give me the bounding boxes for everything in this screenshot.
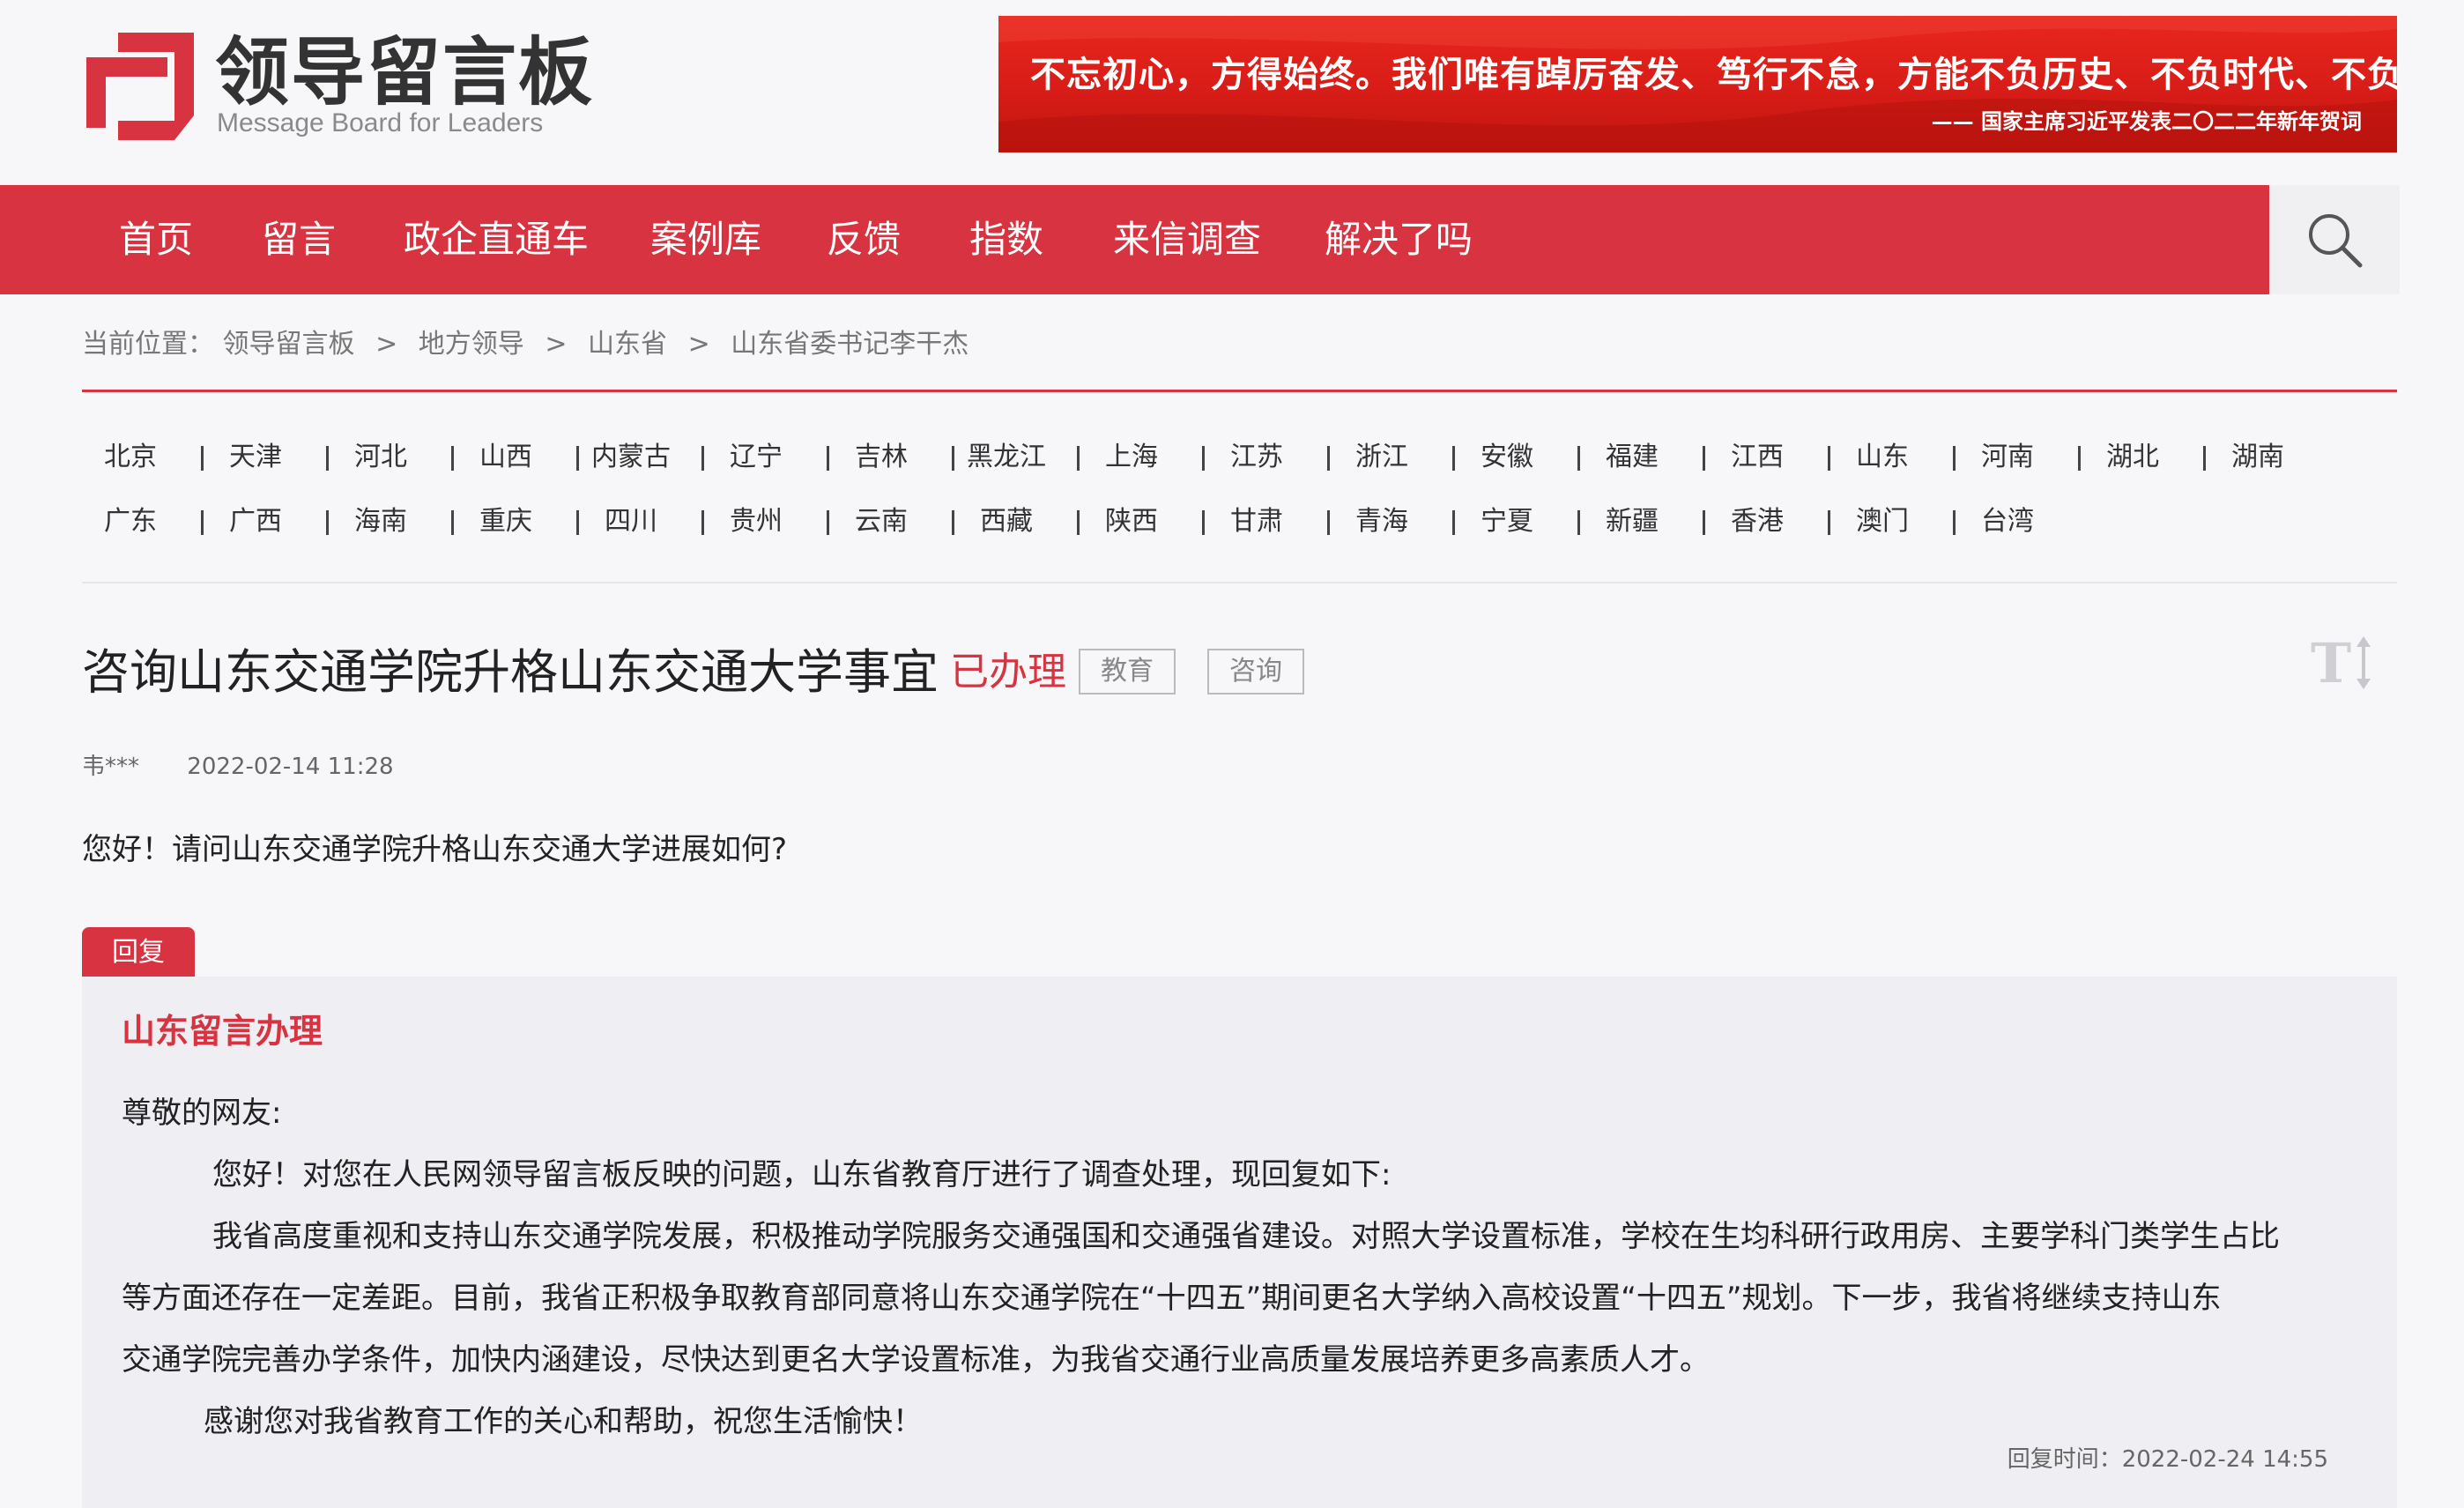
province-link[interactable]: 贵州 (694, 500, 819, 544)
main-nav: 首页 留言 政企直通车 案例库 反馈 指数 来信调查 解决了吗 (0, 185, 2464, 294)
nav-message[interactable]: 留言 (262, 185, 336, 294)
nav-case-library[interactable]: 案例库 (650, 185, 761, 294)
province-link[interactable]: 云南 (819, 500, 944, 544)
nav-index[interactable]: 指数 (969, 185, 1043, 294)
message-meta: 韦*** 2022-02-14 11:28 (82, 749, 394, 784)
province-link[interactable]: 安徽 (1444, 435, 1570, 479)
nav-home[interactable]: 首页 (119, 185, 193, 294)
quote-banner: 不忘初心，方得始终。我们唯有踔厉奋发、笃行不怠，方能不负历史、不负时代、不负人民… (998, 16, 2397, 152)
breadcrumb-item-shandong[interactable]: 山东省 (588, 329, 667, 360)
svg-text:T: T (2311, 633, 2351, 695)
tag-inquiry[interactable]: 咨询 (1207, 649, 1304, 695)
banner-attribution: —— 国家主席习近平发表二〇二二年新年贺词 (1931, 108, 2362, 134)
province-divider (82, 582, 2397, 583)
reply-time-label: 回复时间： (2007, 1446, 2122, 1473)
status-badge: 已办理 (950, 650, 1066, 695)
logo-mark-icon (86, 33, 194, 140)
reply-from: 山东留言办理 (122, 1012, 323, 1051)
search-icon (2309, 214, 2363, 268)
province-link[interactable]: 广东 (68, 500, 193, 544)
breadcrumb-separator: > (545, 329, 568, 360)
breadcrumb-prefix: 当前位置： (82, 329, 214, 360)
breadcrumb: 当前位置： 领导留言板 > 地方领导 > 山东省 > 山东省委书记李干杰 (82, 323, 969, 366)
province-link[interactable]: 浙江 (1319, 435, 1444, 479)
logo-subtitle: Message Board for Leaders (217, 108, 544, 137)
province-link[interactable]: 上海 (1069, 435, 1194, 479)
province-link[interactable]: 江苏 (1194, 435, 1319, 479)
province-link[interactable]: 陕西 (1069, 500, 1194, 544)
message-body: 您好！请问山东交通学院升格山东交通大学进展如何? (82, 832, 788, 867)
breadcrumb-separator: > (687, 329, 710, 360)
province-link[interactable]: 天津 (193, 435, 318, 479)
tag-education[interactable]: 教育 (1079, 649, 1176, 695)
breadcrumb-item-leader[interactable]: 山东省委书记李干杰 (731, 329, 969, 360)
province-link[interactable]: 香港 (1695, 500, 1820, 544)
nav-resolved[interactable]: 解决了吗 (1325, 185, 1473, 294)
site-header: 领导留言板 Message Board for Leaders 不忘初心，方得始… (0, 0, 2464, 185)
province-link[interactable]: 河北 (318, 435, 443, 479)
reply-paragraph-2-line-3: 交通学院完善办学条件，加快内涵建设，尽快达到更名大学设置标准，为我省交通行业高质… (122, 1342, 1710, 1378)
banner-quote: 不忘初心，方得始终。我们唯有踔厉奋发、笃行不怠，方能不负历史、不负时代、不负人民… (1030, 54, 2397, 95)
province-link[interactable]: 台湾 (1945, 500, 2070, 544)
province-link[interactable]: 海南 (318, 500, 443, 544)
province-link[interactable]: 山东 (1820, 435, 1945, 479)
province-link[interactable]: 吉林 (819, 435, 944, 479)
province-link[interactable]: 山西 (443, 435, 568, 479)
province-link[interactable]: 青海 (1319, 500, 1444, 544)
province-link[interactable]: 湖南 (2195, 435, 2320, 479)
province-link[interactable]: 澳门 (1820, 500, 1945, 544)
nav-survey[interactable]: 来信调查 (1113, 185, 1261, 294)
breadcrumb-divider (82, 390, 2397, 392)
message-author: 韦*** (82, 754, 140, 780)
reply-panel: 山东留言办理 尊敬的网友: 您好！对您在人民网领导留言板反映的问题，山东省教育厅… (82, 977, 2397, 1508)
province-link[interactable]: 宁夏 (1444, 500, 1570, 544)
search-button[interactable] (2269, 185, 2400, 294)
province-link[interactable]: 黑龙江 (944, 435, 1069, 479)
reply-paragraph-3: 感谢您对我省教育工作的关心和帮助，祝您生活愉快！ (204, 1404, 923, 1439)
province-link[interactable]: 辽宁 (694, 435, 819, 479)
nav-spacer (2400, 185, 2464, 294)
province-link[interactable]: 广西 (193, 500, 318, 544)
logo-title: 领导留言板 (215, 29, 595, 115)
reply-paragraph-1: 您好！对您在人民网领导留言板反映的问题，山东省教育厅进行了调查处理，现回复如下: (212, 1157, 1392, 1192)
province-link[interactable]: 甘肃 (1194, 500, 1319, 544)
reply-paragraph-2-line-2: 等方面还存在一定差距。目前，我省正积极争取教育部同意将山东交通学院在“十四五”期… (122, 1281, 2222, 1316)
province-link[interactable]: 重庆 (443, 500, 568, 544)
province-link[interactable]: 江西 (1695, 435, 1820, 479)
reply-greeting: 尊敬的网友: (122, 1096, 282, 1131)
nav-gov-enterprise[interactable]: 政企直通车 (404, 185, 589, 294)
site-logo[interactable]: 领导留言板 Message Board for Leaders (86, 28, 597, 143)
province-link[interactable]: 湖北 (2070, 435, 2195, 479)
province-link[interactable]: 西藏 (944, 500, 1069, 544)
reply-time-value: 2022-02-24 14:55 (2121, 1446, 2328, 1473)
reply-tab: 回复 (82, 927, 195, 978)
breadcrumb-separator: > (375, 329, 398, 360)
province-link[interactable]: 北京 (68, 435, 193, 479)
message-title: 咨询山东交通学院升格山东交通大学事宜 (82, 644, 939, 700)
province-link[interactable]: 四川 (568, 500, 694, 544)
reply-paragraph-2-line-1: 我省高度重视和支持山东交通学院发展，积极推动学院服务交通强国和交通强省建设。对照… (212, 1219, 2280, 1254)
message-date: 2022-02-14 11:28 (187, 754, 394, 780)
province-link[interactable]: 新疆 (1570, 500, 1695, 544)
breadcrumb-item-local-leaders[interactable]: 地方领导 (419, 329, 524, 360)
province-link[interactable]: 河南 (1945, 435, 2070, 479)
province-link[interactable]: 内蒙古 (568, 435, 694, 479)
nav-feedback[interactable]: 反馈 (827, 185, 901, 294)
font-size-toggle-icon[interactable]: T (2311, 633, 2374, 695)
breadcrumb-item-board[interactable]: 领导留言板 (223, 329, 355, 360)
reply-time: 回复时间：2022-02-24 14:55 (2008, 1442, 2328, 1477)
province-link[interactable]: 福建 (1570, 435, 1695, 479)
